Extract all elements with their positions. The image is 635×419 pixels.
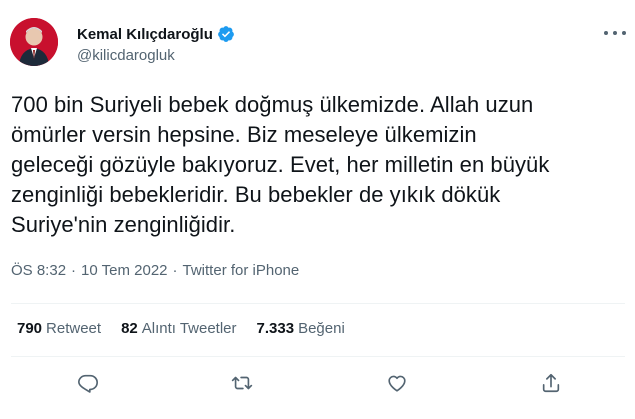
likes-stat[interactable]: 7.333 Beğeni [257,320,345,337]
tweet-time[interactable]: ÖS 8:32 [11,262,66,279]
retweet-icon[interactable] [231,372,255,396]
avatar[interactable] [10,18,58,66]
more-dot [622,31,626,35]
likes-label: Beğeni [298,320,345,337]
meta-separator: · [71,262,77,279]
retweets-label: Retweet [46,320,102,337]
author-handle[interactable]: @kilicdarogluk [77,47,175,64]
quotes-label: Alıntı Tweetler [141,320,237,337]
tweet-meta: ÖS 8:32 · 10 Tem 2022 · Twitter for iPho… [11,262,299,279]
tweet-text-line: Suriye'nin zenginliğidir. [11,212,236,237]
tweet-date[interactable]: 10 Tem 2022 [81,262,167,279]
tweet-text-line: geleceği gözüyle bakıyoruz. Evet, her mi… [11,152,550,177]
quotes-stat[interactable]: 82 Alıntı Tweetler [121,320,236,337]
author-display-name[interactable]: Kemal Kılıçdaroğlu [77,26,213,43]
tweet-text-line: 700 bin Suriyeli bebek doğmuş ülkemizde.… [11,92,534,117]
quotes-count: 82 [121,320,138,337]
share-icon[interactable] [540,372,564,396]
tweet-text: 700 bin Suriyeli bebek doğmuş ülkemizde.… [11,90,621,240]
retweets-count: 790 [17,320,43,337]
meta-separator: · [172,262,178,279]
verified-badge-icon [217,25,235,43]
more-dot [613,31,617,35]
avatar-image [10,18,58,66]
more-dots-icon[interactable] [604,24,626,42]
tweet-stats: 790 Retweet 82 Alıntı Tweetler 7.333 Beğ… [17,320,365,337]
divider [11,303,625,304]
reply-icon[interactable] [77,372,101,396]
divider [11,356,625,357]
tweet-card: Kemal Kılıçdaroğlu @kilicdarogluk 700 bi… [0,0,635,419]
tweet-source[interactable]: Twitter for iPhone [183,262,300,279]
likes-count: 7.333 [256,320,295,337]
tweet-text-line: zenginliği bebekleridir. Bu bebekler de … [11,182,501,207]
author-name-row: Kemal Kılıçdaroğlu [77,24,235,44]
like-icon[interactable] [386,372,410,396]
more-dot [604,31,608,35]
tweet-actions [0,372,635,396]
tweet-text-line: ömürler versin hepsine. Biz meseleye ülk… [11,122,477,147]
retweets-stat[interactable]: 790 Retweet [17,320,101,337]
